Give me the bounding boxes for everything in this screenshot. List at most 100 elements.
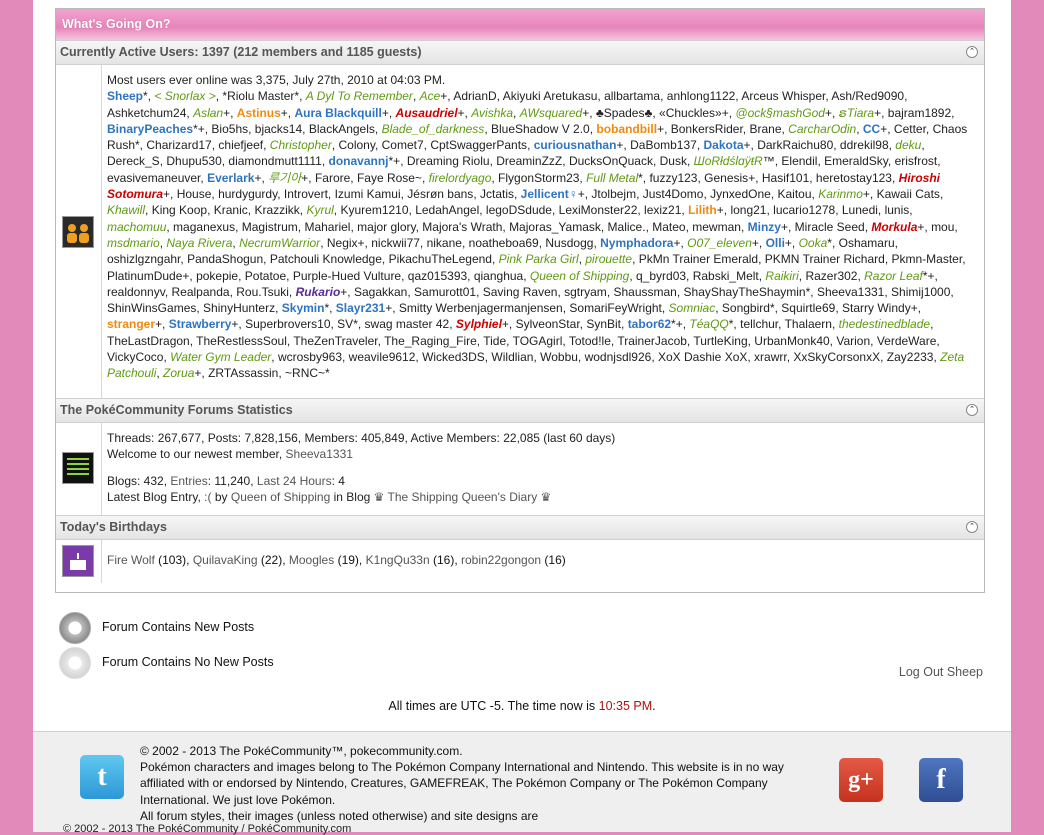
user-link[interactable]: realdonnyv xyxy=(107,285,165,299)
user-link[interactable]: Smitty Werbenjagermanjensen xyxy=(399,301,563,315)
user-link[interactable]: @ock§mashGod xyxy=(735,106,825,120)
user-link[interactable]: Ausaudriel xyxy=(396,106,458,120)
user-link[interactable]: Wicked3DS xyxy=(422,350,485,364)
user-link[interactable]: Saving Raven xyxy=(483,285,558,299)
user-link[interactable]: Nymphadora xyxy=(600,236,673,250)
user-link[interactable]: Shaussman xyxy=(613,285,676,299)
user-link[interactable]: Majoras_Yamask xyxy=(509,220,601,234)
user-link[interactable]: Jtolbejm xyxy=(591,187,636,201)
user-link[interactable]: bajram1892 xyxy=(888,106,951,120)
user-link[interactable]: mewman xyxy=(692,220,741,234)
user-link[interactable]: Realpanda xyxy=(172,285,230,299)
user-link[interactable]: Sagakkan xyxy=(354,285,407,299)
user-link[interactable]: Christopher xyxy=(270,138,332,152)
user-link[interactable]: Khawill xyxy=(107,203,145,217)
blog-name-link[interactable]: ♛ The Shipping Queen's Diary ♛ xyxy=(374,490,552,504)
user-link[interactable]: Thalaern xyxy=(785,317,832,331)
user-link[interactable]: thedestinedblade xyxy=(839,317,930,331)
user-link[interactable]: TéaQQ xyxy=(689,317,728,331)
user-link[interactable]: Zay2233 xyxy=(887,350,934,364)
user-link[interactable]: bjacks14 xyxy=(255,122,302,136)
user-link[interactable]: < Snorlax > xyxy=(154,89,215,103)
facebook-icon[interactable]: f xyxy=(919,758,963,802)
user-link[interactable]: tellchur xyxy=(740,317,778,331)
user-link[interactable]: Raikiri xyxy=(765,269,798,283)
user-link[interactable]: sgtryam xyxy=(564,285,607,299)
user-link[interactable]: Wildlian xyxy=(491,350,533,364)
user-link[interactable]: Zorua xyxy=(163,366,194,380)
collapse-icon[interactable]: ⌃ xyxy=(966,404,978,416)
user-link[interactable]: DreaminZzZ xyxy=(496,154,562,168)
user-link[interactable]: TheLastDragon xyxy=(107,334,190,348)
user-link[interactable]: Colony xyxy=(338,138,374,152)
user-link[interactable]: Malice. xyxy=(608,220,646,234)
user-link[interactable]: wodnjsdl926 xyxy=(585,350,652,364)
user-link[interactable]: Dusk xyxy=(660,154,687,168)
user-link[interactable]: TheRestlessSoul xyxy=(196,334,287,348)
user-link[interactable]: House xyxy=(177,187,212,201)
user-link[interactable]: q_byrd03 xyxy=(636,269,686,283)
user-link[interactable]: AdrianD xyxy=(453,89,496,103)
user-link[interactable]: TurtleKing xyxy=(693,334,747,348)
user-link[interactable]: donavannj xyxy=(329,154,389,168)
user-link[interactable]: PkMn Trainer Emerald xyxy=(639,252,758,266)
user-link[interactable]: oshizlgzngahr xyxy=(107,252,180,266)
user-link[interactable]: nickwii77 xyxy=(371,236,420,250)
latest-entry-link[interactable]: :( xyxy=(204,490,211,504)
user-link[interactable]: Strawberry xyxy=(169,317,232,331)
user-link[interactable]: Arceus Whisper xyxy=(741,89,825,103)
user-link[interactable]: DaBomb137 xyxy=(630,138,697,152)
user-link[interactable]: PlatinumDude xyxy=(107,269,182,283)
user-link[interactable]: «Chuckles» xyxy=(659,106,722,120)
twitter-icon[interactable]: t xyxy=(80,755,124,799)
user-link[interactable]: legoDSdude xyxy=(486,203,552,217)
user-link[interactable]: maganexus xyxy=(173,220,235,234)
user-link[interactable]: Genesis xyxy=(704,171,748,185)
user-link[interactable]: PandaShogun xyxy=(187,252,263,266)
user-link[interactable]: A Dyl To Remember xyxy=(306,89,413,103)
user-link[interactable]: Comet7 xyxy=(382,138,424,152)
user-link[interactable]: Skymin xyxy=(282,301,325,315)
user-link[interactable]: BlueShadow V 2.0 xyxy=(491,122,590,136)
user-link[interactable]: DarkRaichu80 xyxy=(757,138,833,152)
user-link[interactable]: Ash/Red9090 xyxy=(831,89,904,103)
user-link[interactable]: Mateo xyxy=(652,220,685,234)
user-link[interactable]: XoX Dashie XoX xyxy=(658,350,747,364)
user-link[interactable]: Introvert xyxy=(284,187,328,201)
user-link[interactable]: Mahariel xyxy=(304,220,350,234)
user-link[interactable]: chiefjeef xyxy=(218,138,263,152)
user-link[interactable]: Just4Domo xyxy=(643,187,704,201)
user-link[interactable]: TOGAgirl xyxy=(513,334,563,348)
user-link[interactable]: Starry Windy xyxy=(842,301,911,315)
user-link[interactable]: Samurott01 xyxy=(414,285,476,299)
user-link[interactable]: Dereck_S xyxy=(107,154,160,168)
user-link[interactable]: Ooka xyxy=(799,236,828,250)
user-link[interactable]: Kaitou xyxy=(778,187,812,201)
user-link[interactable]: Totod!le xyxy=(569,334,611,348)
user-link[interactable]: Shimij1000 xyxy=(891,285,950,299)
user-link[interactable]: Olli xyxy=(766,236,785,250)
user-link[interactable]: lunis xyxy=(885,203,910,217)
user-link[interactable]: Rabski_Melt xyxy=(693,269,759,283)
user-link[interactable]: ຣTiara xyxy=(839,106,874,120)
collapse-icon[interactable]: ⌃ xyxy=(966,521,978,533)
user-link[interactable]: weavile9612 xyxy=(349,350,416,364)
user-link[interactable]: Krazzikk xyxy=(254,203,299,217)
user-link[interactable]: Majora's Wrath xyxy=(422,220,502,234)
user-link[interactable]: diamondmutt1111 xyxy=(228,154,321,168)
user-link[interactable]: BlackAngels xyxy=(309,122,375,136)
user-link[interactable]: Kyrul xyxy=(306,203,333,217)
user-link[interactable]: ShayShayTheShaymin xyxy=(684,285,806,299)
user-link[interactable]: Lilith xyxy=(688,203,717,217)
user-link[interactable]: Songbird xyxy=(722,301,770,315)
user-link[interactable]: fuzzy123 xyxy=(649,171,697,185)
user-link[interactable]: Water Gym Leader xyxy=(170,350,271,364)
birthday-user-link[interactable]: QuilavaKing xyxy=(193,553,258,567)
user-link[interactable]: ШoRłdślɑÿŧR xyxy=(694,154,763,168)
user-link[interactable]: firelordyago xyxy=(429,171,492,185)
newest-member-link[interactable]: Sheeva1331 xyxy=(286,447,353,461)
user-link[interactable]: Cetter xyxy=(894,122,926,136)
user-link[interactable]: King Koop xyxy=(152,203,207,217)
user-link[interactable]: evasivemaneuver xyxy=(107,171,200,185)
user-link[interactable]: lucario1278 xyxy=(773,203,835,217)
